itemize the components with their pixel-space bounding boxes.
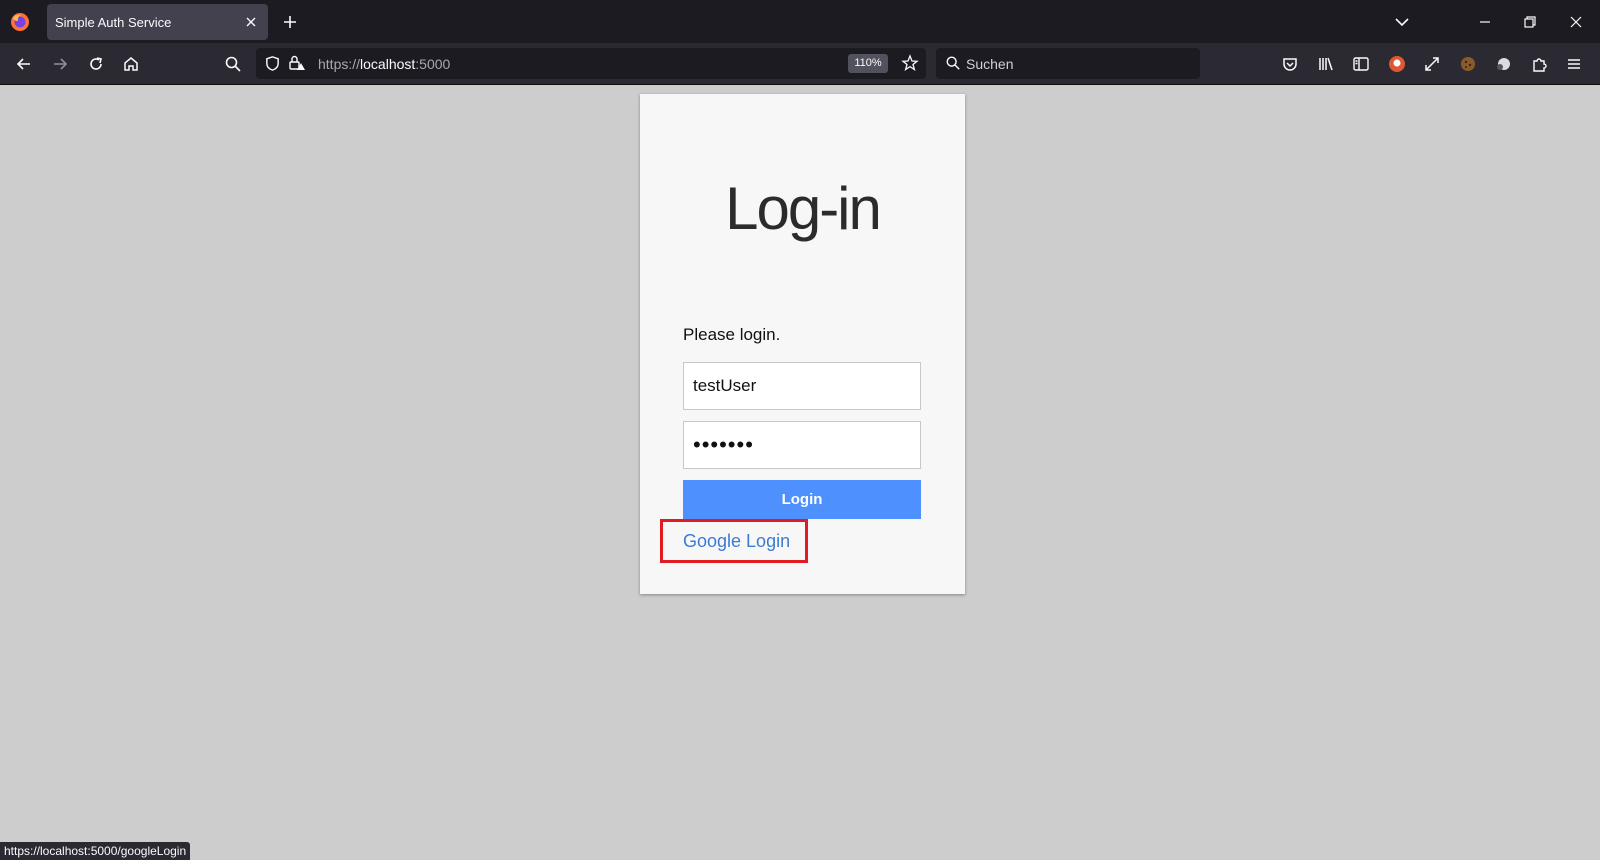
- login-prompt: Please login.: [683, 325, 781, 344]
- cookie-extension-icon[interactable]: [1459, 55, 1477, 73]
- fullscreen-expand-icon[interactable]: [1423, 55, 1441, 73]
- google-login-link[interactable]: Google Login: [683, 531, 790, 552]
- home-icon[interactable]: [122, 55, 140, 73]
- pocket-icon[interactable]: [1281, 55, 1299, 73]
- forward-arrow-icon[interactable]: [51, 55, 69, 73]
- profile-extension-icon[interactable]: [1494, 55, 1512, 73]
- search-placeholder: Suchen: [966, 56, 1014, 72]
- url-text[interactable]: https://localhost:5000: [318, 56, 450, 72]
- restore-window-icon[interactable]: [1522, 14, 1538, 30]
- close-tab-icon[interactable]: [243, 14, 259, 30]
- web-search-bar[interactable]: Suchen: [936, 48, 1200, 79]
- back-arrow-icon[interactable]: [15, 55, 33, 73]
- browser-nav-bar: https://localhost:5000 110% Suchen: [0, 43, 1600, 85]
- lock-warning-icon[interactable]: [288, 54, 306, 72]
- browser-tab-bar: Simple Auth Service: [0, 0, 1600, 43]
- login-card: Log-in Please login. Login Google Login: [640, 94, 965, 594]
- login-button[interactable]: Login: [683, 480, 921, 519]
- login-title: Log-in: [725, 175, 882, 242]
- link-status-bar: https://localhost:5000/googleLogin: [0, 842, 191, 860]
- search-icon[interactable]: [224, 55, 242, 73]
- tab-title: Simple Auth Service: [55, 15, 172, 30]
- tracking-protection-shield-icon[interactable]: [264, 55, 281, 72]
- minimize-window-icon[interactable]: [1477, 14, 1493, 30]
- zoom-level-badge[interactable]: 110%: [848, 54, 888, 73]
- extensions-puzzle-icon[interactable]: [1530, 55, 1548, 73]
- bookmark-star-icon[interactable]: [901, 54, 919, 72]
- reload-icon[interactable]: [87, 55, 105, 73]
- library-icon[interactable]: [1317, 55, 1335, 73]
- username-input[interactable]: [683, 362, 921, 410]
- hamburger-menu-icon[interactable]: [1565, 55, 1583, 73]
- password-input[interactable]: [683, 421, 921, 469]
- url-bar[interactable]: https://localhost:5000 110%: [256, 48, 926, 79]
- list-all-tabs-icon[interactable]: [1394, 14, 1410, 30]
- new-tab-icon[interactable]: [282, 14, 298, 30]
- firefox-logo-icon[interactable]: [10, 12, 30, 32]
- search-icon: [946, 56, 960, 70]
- close-window-icon[interactable]: [1568, 14, 1584, 30]
- duckduckgo-extension-icon[interactable]: [1388, 55, 1406, 73]
- sidebar-icon[interactable]: [1352, 55, 1370, 73]
- active-tab[interactable]: Simple Auth Service: [47, 4, 268, 40]
